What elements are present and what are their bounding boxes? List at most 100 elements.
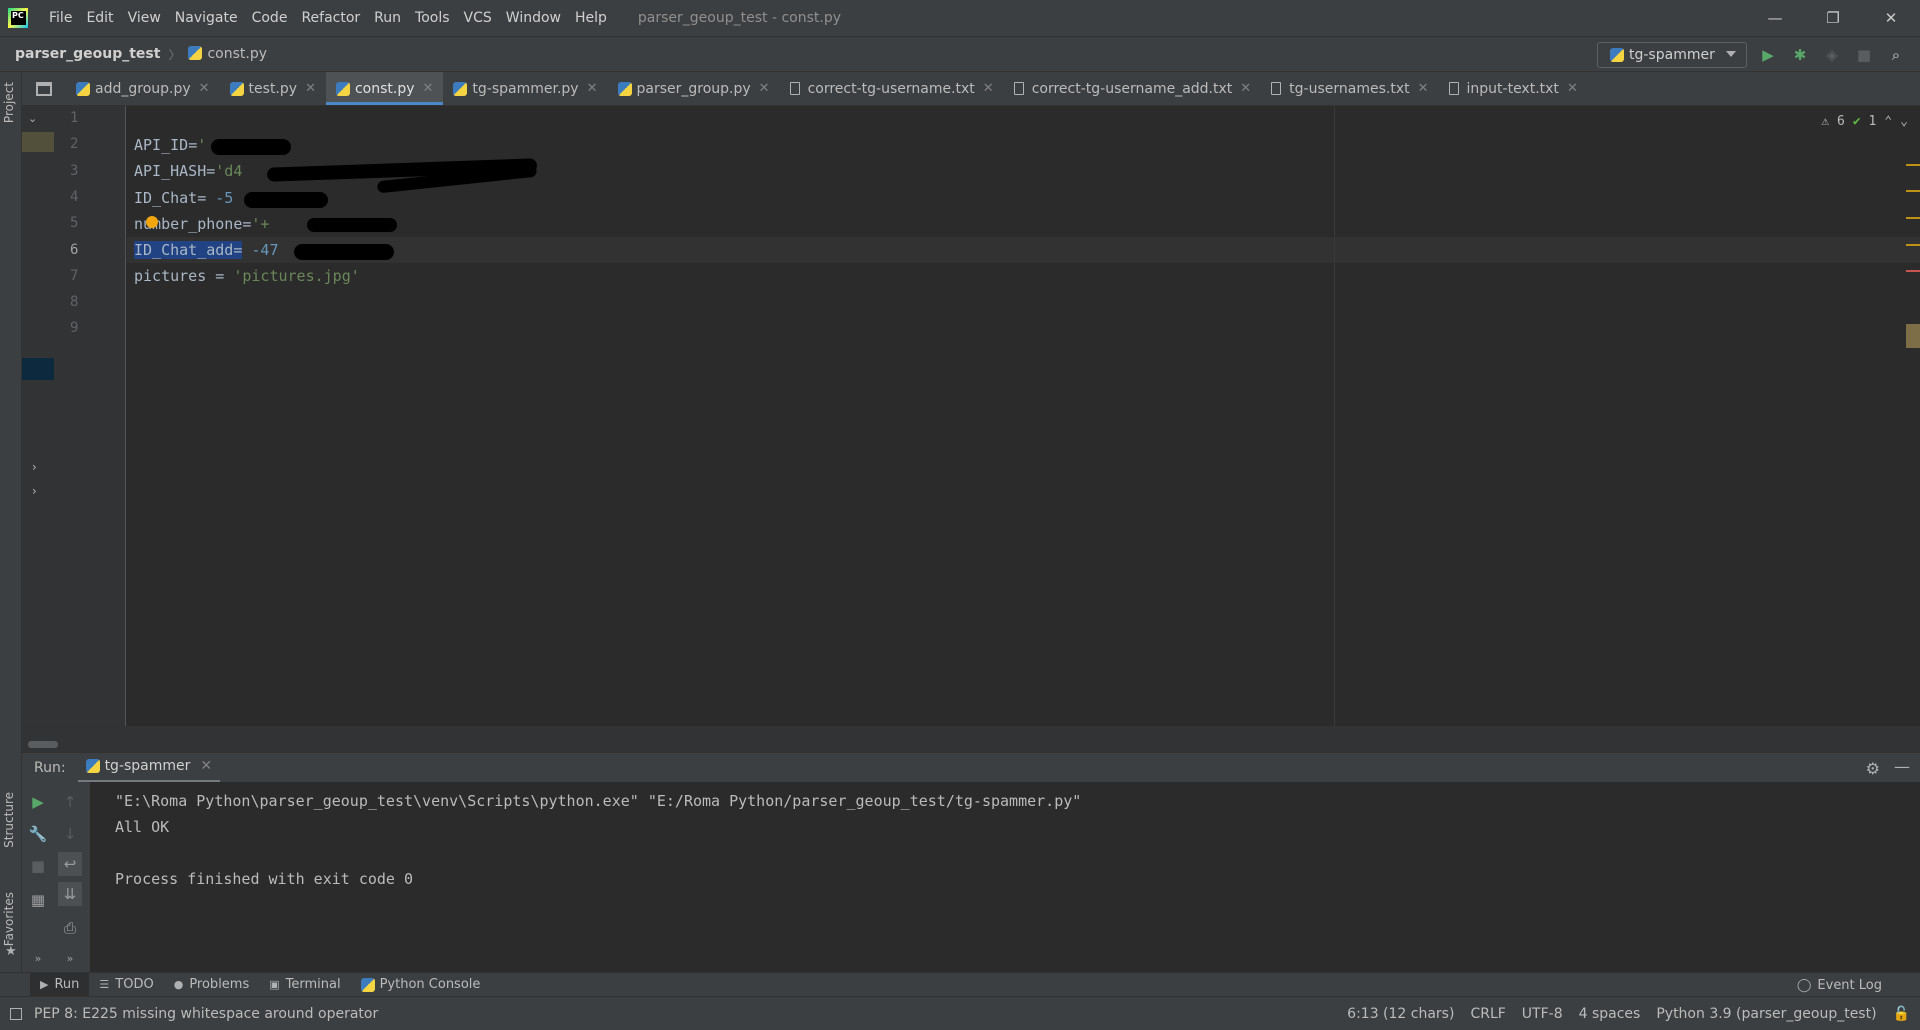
- tab-parser-group[interactable]: parser_group.py ✕: [608, 72, 780, 105]
- file-encoding[interactable]: UTF-8: [1522, 1006, 1563, 1022]
- error-stripe-mark[interactable]: [1906, 190, 1920, 192]
- error-stripe-mark[interactable]: [1906, 270, 1920, 272]
- chevron-right-icon[interactable]: ›: [32, 484, 37, 498]
- code-line-7: pictures = 'pictures.jpg': [134, 267, 360, 285]
- coverage-icon[interactable]: ◈: [1822, 45, 1842, 65]
- close-icon[interactable]: ✕: [1567, 81, 1578, 96]
- close-icon[interactable]: ✕: [1418, 81, 1429, 96]
- menu-window[interactable]: Window: [499, 0, 568, 36]
- minimize-icon[interactable]: —: [1746, 0, 1804, 36]
- main-menu: File Edit View Navigate Code Refactor Ru…: [42, 0, 614, 36]
- structure-tool-tab[interactable]: Structure: [2, 792, 16, 848]
- menu-code[interactable]: Code: [245, 0, 295, 36]
- stop-icon[interactable]: ■: [1854, 45, 1874, 65]
- menu-vcs[interactable]: VCS: [457, 0, 499, 36]
- tab-test[interactable]: test.py ✕: [220, 72, 326, 105]
- close-icon[interactable]: ✕: [199, 81, 210, 96]
- soft-wrap-icon[interactable]: ↩: [58, 852, 82, 876]
- tab-const[interactable]: const.py ✕: [325, 72, 444, 105]
- selected-node[interactable]: [22, 132, 54, 152]
- breadcrumb-file[interactable]: const.py: [188, 46, 267, 62]
- menu-tools[interactable]: Tools: [408, 0, 457, 36]
- pycharm-logo-icon: [8, 8, 28, 28]
- tab-tg-spammer[interactable]: tg-spammer.py ✕: [443, 72, 607, 105]
- indent-setting[interactable]: 4 spaces: [1579, 1006, 1641, 1022]
- inspection-widget[interactable]: 6 1 ⌃ ⌄: [1821, 114, 1908, 129]
- warnings-count[interactable]: 6: [1821, 114, 1845, 129]
- python-file-icon: [335, 81, 350, 96]
- close-icon[interactable]: ✕: [759, 81, 770, 96]
- error-stripe-mark[interactable]: [1906, 217, 1920, 219]
- tab-add-group[interactable]: add_group.py ✕: [66, 72, 220, 105]
- rerun-icon[interactable]: ▶: [26, 790, 50, 814]
- scroll-to-end-icon[interactable]: ⇊: [58, 882, 82, 906]
- panel-toggle-icon[interactable]: [10, 1007, 22, 1020]
- caret-position[interactable]: 6:13 (12 chars): [1347, 1006, 1454, 1022]
- menu-run[interactable]: Run: [367, 0, 408, 36]
- arrow-up-icon[interactable]: ↑: [58, 790, 82, 814]
- search-icon[interactable]: ⌕: [1886, 45, 1906, 65]
- favorites-tool-tab[interactable]: Favorites: [2, 892, 16, 946]
- scrollbar-thumb[interactable]: [1906, 324, 1920, 348]
- toolwindow-run[interactable]: ▶ Run: [30, 972, 90, 997]
- wrench-icon[interactable]: 🔧: [26, 822, 50, 846]
- tab-tg-usernames[interactable]: tg-usernames.txt ✕: [1261, 72, 1438, 105]
- minimize-panel-icon[interactable]: —: [1894, 757, 1910, 776]
- menu-refactor[interactable]: Refactor: [294, 0, 367, 36]
- more-icon[interactable]: »: [26, 946, 50, 970]
- arrow-down-icon[interactable]: ↓: [58, 822, 82, 846]
- stop-icon[interactable]: ■: [26, 854, 50, 878]
- restore-icon[interactable]: ❐: [1804, 0, 1862, 36]
- horizontal-scrollbar[interactable]: [22, 726, 1920, 752]
- more-icon[interactable]: »: [58, 946, 82, 970]
- chevron-down-icon[interactable]: ⌄: [1900, 114, 1908, 129]
- tab-label: add_group.py: [95, 80, 191, 97]
- print-icon[interactable]: ⎙: [58, 916, 82, 940]
- close-icon[interactable]: ✕: [305, 81, 316, 96]
- breadcrumb-project[interactable]: parser_geoup_test: [15, 46, 160, 62]
- menu-view[interactable]: View: [121, 0, 168, 36]
- toolwindow-problems[interactable]: ● Problems: [164, 973, 260, 997]
- tab-correct-tg-username-add[interactable]: correct-tg-username_add.txt ✕: [1004, 72, 1261, 105]
- debug-icon[interactable]: ✱: [1790, 45, 1810, 65]
- gear-icon[interactable]: ⚙: [1866, 759, 1880, 778]
- chevron-up-icon[interactable]: ⌃: [1884, 114, 1892, 129]
- chevron-down-icon[interactable]: ⌄: [28, 112, 37, 125]
- highlighted-node[interactable]: [22, 358, 54, 380]
- event-log-button[interactable]: ◯ Event Log: [1797, 973, 1882, 997]
- menu-navigate[interactable]: Navigate: [168, 0, 245, 36]
- typos-count[interactable]: 1: [1853, 114, 1877, 129]
- error-stripe-mark[interactable]: [1906, 164, 1920, 166]
- tool-window-bar: ▶ Run ☰ TODO ● Problems ▣ Terminal Python Co…: [0, 972, 1920, 997]
- error-stripe-mark[interactable]: [1906, 244, 1920, 246]
- line-separator[interactable]: CRLF: [1470, 1006, 1505, 1022]
- layout-icon[interactable]: ▦: [26, 888, 50, 912]
- project-view-icon[interactable]: [22, 72, 66, 105]
- menu-file[interactable]: File: [42, 0, 79, 36]
- menu-help[interactable]: Help: [568, 0, 614, 36]
- menu-edit[interactable]: Edit: [79, 0, 120, 36]
- run-tab-tg-spammer[interactable]: tg-spammer ✕: [77, 753, 221, 783]
- project-tool-tab[interactable]: Project: [2, 82, 16, 123]
- run-console-output[interactable]: "E:\Roma Python\parser_geoup_test\venv\S…: [90, 782, 1920, 972]
- close-window-icon[interactable]: ✕: [1862, 0, 1920, 36]
- tab-correct-tg-username[interactable]: correct-tg-username.txt ✕: [780, 72, 1004, 105]
- close-icon[interactable]: ✕: [200, 758, 212, 774]
- scrollbar-thumb[interactable]: [28, 741, 58, 748]
- toolwindow-terminal[interactable]: ▣ Terminal: [259, 973, 350, 997]
- window-controls: — ❐ ✕: [1746, 0, 1920, 36]
- code-editor[interactable]: API_ID=' API_HASH='d4' ID_Chat= -5 numbe…: [127, 106, 1920, 726]
- close-icon[interactable]: ✕: [423, 81, 434, 96]
- toolwindow-python-console[interactable]: Python Console: [351, 973, 491, 997]
- intention-bulb-icon[interactable]: [146, 216, 158, 228]
- python-interpreter[interactable]: Python 3.9 (parser_geoup_test): [1656, 1006, 1876, 1022]
- lock-icon[interactable]: 🔓: [1893, 1006, 1910, 1022]
- close-icon[interactable]: ✕: [1240, 81, 1251, 96]
- tab-input-text[interactable]: input-text.txt ✕: [1439, 72, 1588, 105]
- close-icon[interactable]: ✕: [983, 81, 994, 96]
- chevron-right-icon[interactable]: ›: [32, 460, 37, 474]
- close-icon[interactable]: ✕: [587, 81, 598, 96]
- run-configuration-select[interactable]: tg-spammer: [1597, 42, 1747, 68]
- toolwindow-todo[interactable]: ☰ TODO: [89, 973, 163, 997]
- run-icon[interactable]: ▶: [1758, 45, 1778, 65]
